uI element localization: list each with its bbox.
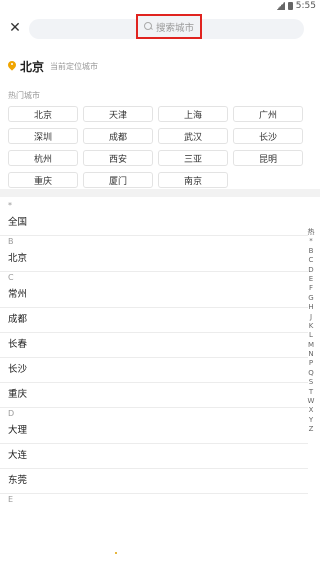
status-time: 5:55 — [295, 1, 316, 11]
hot-city-button[interactable]: 三亚 — [158, 150, 228, 166]
index-letter[interactable]: S — [309, 378, 313, 387]
alphabet-index[interactable]: 热 * B C D E F G H J K L M N P Q S T W X Y Z — [305, 228, 317, 435]
hot-cities-title: 热门城市 — [8, 91, 40, 100]
hot-city-button[interactable]: 上海 — [158, 106, 228, 122]
index-letter[interactable]: Z — [309, 425, 314, 434]
index-letter[interactable]: Q — [308, 369, 314, 378]
search-placeholder: 搜索城市 — [155, 22, 194, 34]
index-letter[interactable]: E — [309, 275, 313, 284]
city-row[interactable]: 东莞 — [0, 469, 308, 494]
index-letter[interactable]: G — [308, 294, 313, 303]
city-list: * 全国 B 北京 C 常州 成都 长春 长沙 重庆 D 大理 大连 东莞 E — [0, 200, 308, 505]
hot-city-button[interactable]: 西安 — [83, 150, 153, 166]
index-letter[interactable]: M — [308, 341, 314, 350]
signal-icon — [275, 2, 285, 10]
city-row[interactable]: 长春 — [0, 333, 308, 358]
hot-city-button[interactable]: 成都 — [83, 128, 153, 144]
index-letter[interactable]: * — [309, 237, 313, 246]
hot-cities-grid: 北京 天津 上海 广州深圳 成都 武汉 长沙杭州 西安 三亚 昆明重庆 厦门 南京 — [8, 106, 304, 188]
index-letter[interactable]: W — [308, 397, 315, 406]
hot-city-button[interactable]: 武汉 — [158, 128, 228, 144]
hot-city-button[interactable]: 重庆 — [8, 172, 78, 188]
hot-city-button[interactable]: 广州 — [233, 106, 303, 122]
hot-city-button[interactable]: 杭州 — [8, 150, 78, 166]
city-row[interactable]: 大理 — [0, 419, 308, 444]
index-letter[interactable]: P — [309, 359, 313, 368]
search-header: ✕ 搜索城市 — [0, 14, 320, 44]
section-header: * — [8, 201, 12, 210]
hot-city-button[interactable]: 北京 — [8, 106, 78, 122]
index-letter[interactable]: B — [309, 247, 314, 256]
divider — [0, 189, 320, 197]
current-location[interactable]: 北京 当前定位城市 — [8, 56, 98, 76]
city-row[interactable]: 长沙 — [0, 358, 308, 383]
index-letter[interactable]: N — [308, 350, 313, 359]
city-row[interactable]: 重庆 — [0, 383, 308, 408]
hot-city-button[interactable]: 长沙 — [233, 128, 303, 144]
index-letter[interactable]: L — [309, 331, 313, 340]
search-icon — [143, 22, 153, 31]
battery-icon — [287, 2, 293, 10]
hot-city-button[interactable]: 天津 — [83, 106, 153, 122]
index-letter[interactable]: C — [309, 256, 314, 265]
current-city-hint: 当前定位城市 — [50, 61, 99, 71]
hot-city-button[interactable]: 厦门 — [83, 172, 153, 188]
index-letter[interactable]: T — [309, 388, 313, 397]
close-icon[interactable]: ✕ — [8, 20, 22, 36]
hot-city-button[interactable]: 昆明 — [233, 150, 303, 166]
section-header: C — [8, 273, 14, 282]
location-pin-icon — [8, 61, 16, 71]
index-letter[interactable]: F — [309, 284, 313, 293]
section-header: E — [8, 495, 14, 504]
index-letter[interactable]: J — [310, 313, 312, 322]
city-row[interactable]: 常州 — [0, 283, 308, 308]
index-letter[interactable]: 热 — [308, 228, 315, 237]
city-row[interactable]: 成都 — [0, 308, 308, 333]
index-letter[interactable]: Y — [309, 416, 313, 425]
city-row[interactable]: 北京 — [0, 247, 308, 272]
section-header: B — [8, 237, 14, 246]
index-letter[interactable]: D — [308, 266, 313, 275]
index-letter[interactable]: H — [308, 303, 313, 312]
section-header: D — [8, 409, 15, 418]
city-row[interactable]: 大连 — [0, 444, 308, 469]
hot-city-button[interactable]: 深圳 — [8, 128, 78, 144]
index-letter[interactable]: K — [309, 322, 314, 331]
status-bar: 5:55 — [0, 0, 320, 14]
index-letter[interactable]: X — [309, 406, 314, 415]
search-highlight-box[interactable]: 搜索城市 — [136, 14, 202, 39]
current-city: 北京 — [20, 59, 45, 74]
hot-city-button[interactable]: 南京 — [158, 172, 228, 188]
city-row[interactable]: 全国 — [0, 211, 308, 236]
scroll-dot — [115, 552, 117, 554]
